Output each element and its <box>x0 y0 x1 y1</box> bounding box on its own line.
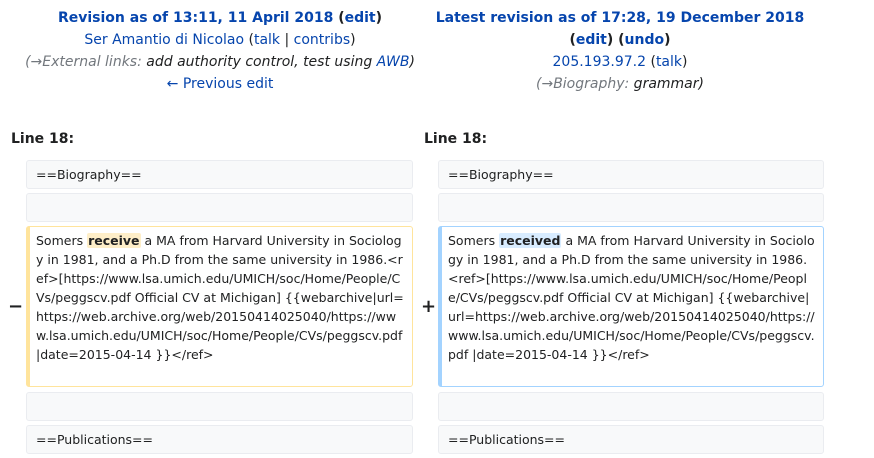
new-edit-summary: (→Biography: grammar) <box>535 76 704 92</box>
old-user-link[interactable]: Ser Amantio di Nicolao <box>84 32 244 48</box>
context-empty-right-2 <box>438 392 824 421</box>
deleted-line: Somers receive a MA from Harvard Univers… <box>26 226 413 387</box>
ip-talk-link[interactable]: talk <box>656 54 682 70</box>
new-revision-title: Latest revision as of 17:28, 19 December… <box>420 7 820 29</box>
context-line-left: ==Biography== <box>26 160 413 189</box>
old-edit-link[interactable]: edit <box>345 10 376 26</box>
old-user-talk-link[interactable]: talk <box>254 32 280 48</box>
left-line-number: Line 18: <box>11 131 75 147</box>
new-edit-link[interactable]: edit <box>576 32 607 48</box>
context-publications-left: ==Publications== <box>26 425 413 454</box>
awb-link[interactable]: AWB <box>377 54 410 70</box>
context-empty-left-2 <box>26 392 413 421</box>
deleted-line-marker: − <box>8 296 24 317</box>
old-revision-header: Revision as of 13:11, 11 April 2018 (edi… <box>20 7 420 95</box>
new-revision-link[interactable]: Latest revision as of 17:28, 19 December… <box>436 10 804 26</box>
old-revision-link[interactable]: Revision as of 13:11, 11 April 2018 <box>58 10 333 26</box>
old-edit-summary: (→External links: add authority control,… <box>25 54 415 70</box>
new-revision-header: Latest revision as of 17:28, 19 December… <box>420 7 820 95</box>
new-revision-actions: (edit) (undo) <box>569 32 671 48</box>
previous-edit-link[interactable]: ← Previous edit <box>167 76 274 92</box>
old-summary-section-link[interactable]: External links: <box>42 54 142 70</box>
ip-user-link[interactable]: 205.193.97.2 <box>553 54 647 70</box>
added-line: Somers received a MA from Harvard Univer… <box>438 226 824 387</box>
deleted-word: receive <box>87 233 141 248</box>
context-empty-right <box>438 193 824 222</box>
old-revision-user: Ser Amantio di Nicolao (talk | contribs) <box>84 32 356 48</box>
context-line-right: ==Biography== <box>438 160 824 189</box>
context-empty-left <box>26 193 413 222</box>
old-revision-title: Revision as of 13:11, 11 April 2018 (edi… <box>57 10 383 26</box>
new-revision-user: 205.193.97.2 (talk) <box>552 54 688 70</box>
context-publications-right: ==Publications== <box>438 425 824 454</box>
undo-link[interactable]: undo <box>625 32 665 48</box>
right-line-number: Line 18: <box>424 131 488 147</box>
added-line-marker: + <box>421 296 437 317</box>
old-user-contribs-link[interactable]: contribs <box>294 32 350 48</box>
new-summary-section-link[interactable]: Biography: <box>553 76 629 92</box>
added-word: received <box>499 233 562 248</box>
